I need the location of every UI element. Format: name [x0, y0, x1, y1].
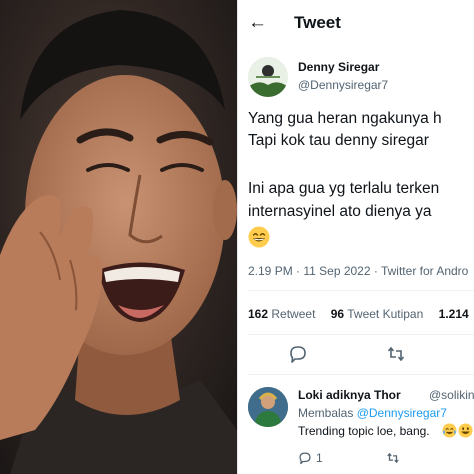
tears-of-joy-emoji-icon [442, 423, 457, 438]
tweet-actions [238, 338, 474, 370]
reply-avatar[interactable] [248, 387, 288, 427]
tweet-panel: ← Tweet Denny Siregar @Dennysiregar7 Yan… [237, 0, 474, 474]
reply-author-handle[interactable]: @solikin14x [429, 388, 474, 402]
avatar[interactable] [248, 57, 288, 97]
grinning-face-emoji-icon [248, 226, 270, 248]
page-title: Tweet [294, 13, 341, 32]
divider [248, 290, 474, 291]
tweet-text-line: Ini apa gua yg terlalu terken [248, 180, 440, 197]
tweet-text-line: internasyinel ato dienya ya [248, 203, 432, 220]
reply-context-prefix: Membalas [298, 406, 354, 420]
author-name[interactable]: Denny Siregar [298, 60, 379, 74]
tweet-timestamp: 2.19 PM · 11 Sep 2022 · Twitter for Andr… [248, 264, 469, 278]
reply-icon[interactable] [298, 451, 312, 465]
tweet-header: ← Tweet [238, 0, 474, 48]
reply-count: 1 [316, 451, 323, 465]
quote-tweet-stat[interactable]: 96 Tweet Kutipan [331, 307, 424, 321]
retweet-icon[interactable] [386, 451, 400, 465]
divider [248, 334, 474, 335]
tweet-text-line: Yang gua heran ngakunya h [248, 110, 442, 127]
tweet-text-line: Tapi kok tau denny siregar [248, 132, 429, 149]
reply-mention-link[interactable]: @Dennysiregar7 [357, 406, 447, 420]
reply-author-name[interactable]: Loki adiknya Thor [298, 388, 401, 402]
arrow-left-icon[interactable]: ← [248, 13, 267, 33]
grinning-face-emoji-icon [458, 423, 473, 438]
reply-icon[interactable] [288, 344, 308, 364]
news-photo [0, 0, 237, 474]
author-handle[interactable]: @Dennysiregar7 [298, 78, 388, 92]
reply-context: Membalas @Dennysiregar7 [298, 406, 447, 420]
retweet-stat[interactable]: 162 Retweet [248, 307, 315, 321]
divider [248, 374, 474, 375]
tweet-stats: 162 Retweet 96 Tweet Kutipan 1.214 [248, 307, 474, 321]
retweet-icon[interactable] [386, 344, 406, 364]
like-stat[interactable]: 1.214 [439, 307, 469, 321]
reply-actions: 1 [298, 449, 474, 469]
reply-text: Trending topic loe, bang. [298, 424, 430, 438]
